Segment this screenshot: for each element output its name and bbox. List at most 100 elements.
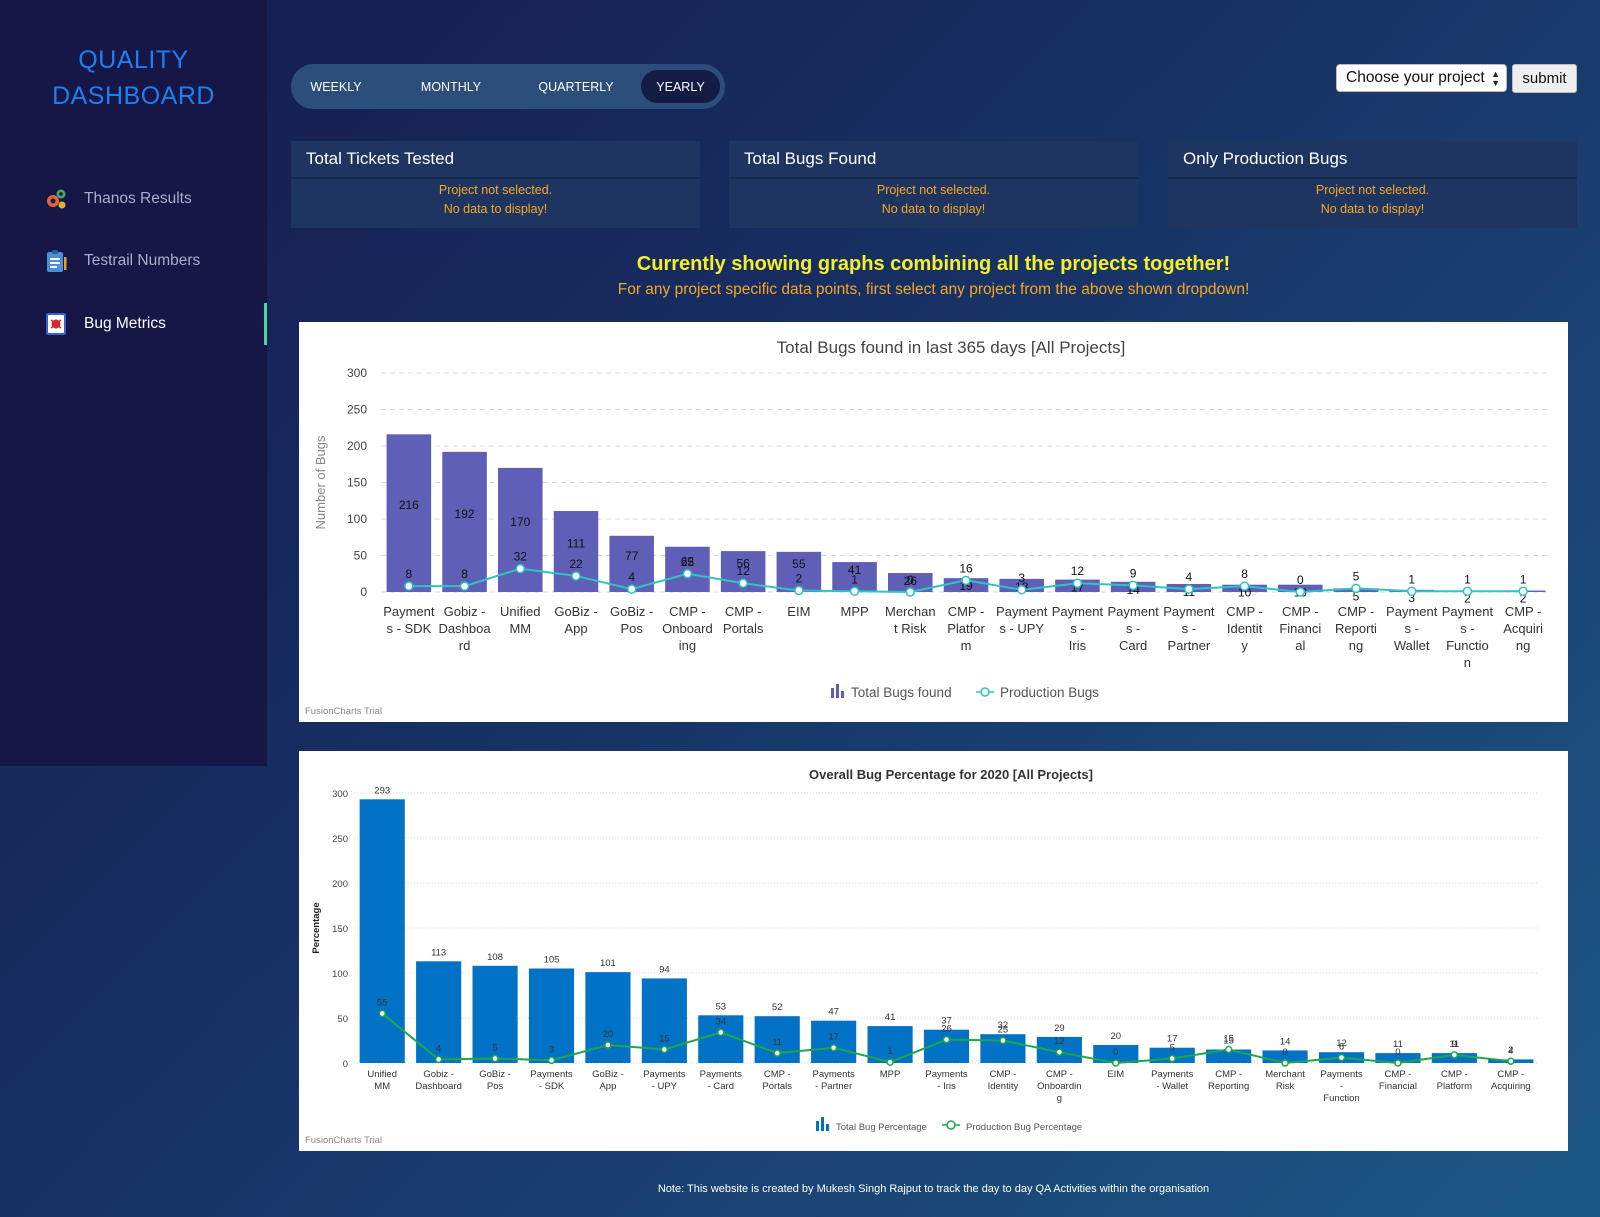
x-tick-label: Platfor	[947, 621, 985, 636]
x-tick-label: Payment	[383, 604, 435, 619]
x-tick-label: EIM	[787, 604, 810, 619]
line-value-label: 15	[1223, 1034, 1234, 1045]
y-tick-label: 50	[337, 1014, 348, 1025]
select-arrows-icon: ▲ ▼	[1491, 69, 1500, 88]
line-point	[1281, 1059, 1289, 1067]
footer-note: Note: This website is created by Mukesh …	[657, 1183, 1210, 1195]
line-value-label: 26	[941, 1024, 952, 1035]
x-tick-label: - UPY	[652, 1081, 678, 1092]
chart-legend: Total Bug Percentage Production Bug Perce…	[816, 1117, 1082, 1133]
line-value-label: 12	[1054, 1036, 1065, 1047]
line-value-label: 4	[436, 1043, 441, 1054]
bug-icon	[43, 311, 69, 337]
y-tick-label: 200	[332, 879, 348, 890]
x-tick-label: Payments	[925, 1069, 967, 1080]
period-monthly-button[interactable]: MONTHLY	[397, 70, 505, 103]
line-value-label: 1	[1408, 572, 1415, 586]
x-tick-label: App	[564, 621, 587, 636]
sidebar-item-testrail-numbers[interactable]: Testrail Numbers	[0, 240, 267, 282]
line-value-label: 25	[998, 1025, 1009, 1036]
legend-label: Total Bug Percentage	[836, 1122, 927, 1133]
x-tick-label: ing	[679, 638, 696, 653]
line-value-label: 0	[907, 573, 914, 587]
bar-value-label: 53	[715, 1001, 726, 1012]
chart-legend: Total Bugs found Production Bugs	[831, 684, 1099, 700]
x-tick-label: - Card	[708, 1081, 734, 1092]
x-tick-label: Pos	[621, 621, 644, 636]
bar-value-label: 192	[455, 507, 475, 521]
x-tick-label: MM	[374, 1081, 390, 1092]
bar-value-label: 111	[567, 536, 586, 550]
line-point	[660, 1045, 669, 1054]
line-point	[434, 1055, 443, 1064]
line-point	[459, 581, 470, 591]
line-value-label: 5	[492, 1043, 497, 1054]
x-tick-label: CMP -	[1226, 604, 1263, 619]
line-value-label: 4	[628, 570, 635, 584]
card-title: Total Tickets Tested	[291, 141, 700, 179]
x-tick-label: Reporting	[1208, 1081, 1249, 1092]
line-point	[682, 569, 693, 579]
line-value-label: 0	[1113, 1047, 1118, 1058]
legend-line-icon	[980, 687, 990, 697]
bar-value-label: 14	[1280, 1036, 1291, 1047]
line-point	[571, 571, 581, 581]
line-value-label: 55	[377, 998, 388, 1009]
bar-value-label: 216	[399, 498, 419, 512]
x-tick-label: Portals	[762, 1081, 792, 1092]
legend-bar-icon	[821, 1117, 824, 1131]
line-point	[1016, 585, 1027, 595]
line-point	[961, 575, 971, 586]
x-tick-label: g	[1057, 1093, 1062, 1104]
x-tick-label: Acquiri	[1503, 621, 1543, 636]
x-tick-label: Payments	[530, 1069, 572, 1080]
bar-value-label: 20	[1110, 1031, 1121, 1042]
x-tick-label: Financi	[1279, 621, 1321, 636]
x-tick-label: Payments	[700, 1069, 742, 1080]
line-point	[626, 584, 637, 594]
bar-value-label: 108	[487, 952, 503, 963]
card-total-tickets-tested: Total Tickets Tested Project not selecte…	[291, 141, 700, 228]
line-value-label: 1	[851, 572, 858, 586]
x-tick-label: Identity	[988, 1081, 1019, 1092]
x-tick-label: Dashboa	[439, 621, 492, 636]
line-point	[1507, 1057, 1515, 1065]
submit-button[interactable]: submit	[1512, 64, 1577, 93]
y-tick-label: 250	[332, 834, 348, 845]
period-yearly-button[interactable]: YEARLY	[641, 70, 720, 103]
x-tick-label: - Partner	[815, 1081, 852, 1092]
card-total-bugs-found: Total Bugs Found Project not selected. N…	[729, 141, 1138, 228]
project-select[interactable]: Choose your project ▲ ▼	[1336, 64, 1507, 92]
sidebar-item-thanos-results[interactable]: Thanos Results	[0, 178, 267, 220]
sidebar-item-label: Thanos Results	[84, 190, 192, 207]
x-tick-label: Identit	[1227, 621, 1263, 636]
x-tick-label: CMP -	[1497, 1069, 1524, 1080]
line-point	[604, 1041, 612, 1049]
x-tick-label: Payment	[1052, 604, 1104, 619]
x-tick-label: CMP -	[764, 1069, 791, 1080]
brand-logo[interactable]: QUALITY DASHBOARD	[0, 42, 267, 114]
line-value-label: 0	[1395, 1047, 1400, 1058]
x-tick-label: s -	[1404, 621, 1418, 636]
period-quarterly-button[interactable]: QUARTERLY	[513, 70, 639, 103]
x-tick-label: s -	[1182, 621, 1196, 636]
period-weekly-button[interactable]: WEEKLY	[297, 70, 375, 103]
x-tick-label: MPP	[840, 604, 868, 619]
line-value-label: 15	[659, 1034, 670, 1045]
bar-value-label: 77	[625, 549, 639, 563]
line-value-label: 16	[959, 561, 973, 575]
x-tick-label: Payments	[643, 1069, 685, 1080]
sidebar-item-bug-metrics[interactable]: Bug Metrics	[0, 303, 267, 345]
line-value-label: 0	[1297, 573, 1304, 587]
line-value-label: 12	[736, 564, 750, 578]
line-value-label: 3	[549, 1044, 554, 1055]
line-point	[1406, 586, 1417, 597]
x-tick-label: ng	[1516, 638, 1530, 653]
bar-value-label: 41	[885, 1012, 896, 1023]
line-value-label: 8	[461, 567, 468, 581]
x-tick-label: GoBiz -	[479, 1069, 511, 1080]
x-tick-label: Payment	[996, 604, 1048, 619]
x-tick-label: Payments	[1320, 1069, 1362, 1080]
x-tick-label: Merchant	[1265, 1069, 1305, 1080]
card-message-line: Project not selected.	[438, 183, 553, 197]
